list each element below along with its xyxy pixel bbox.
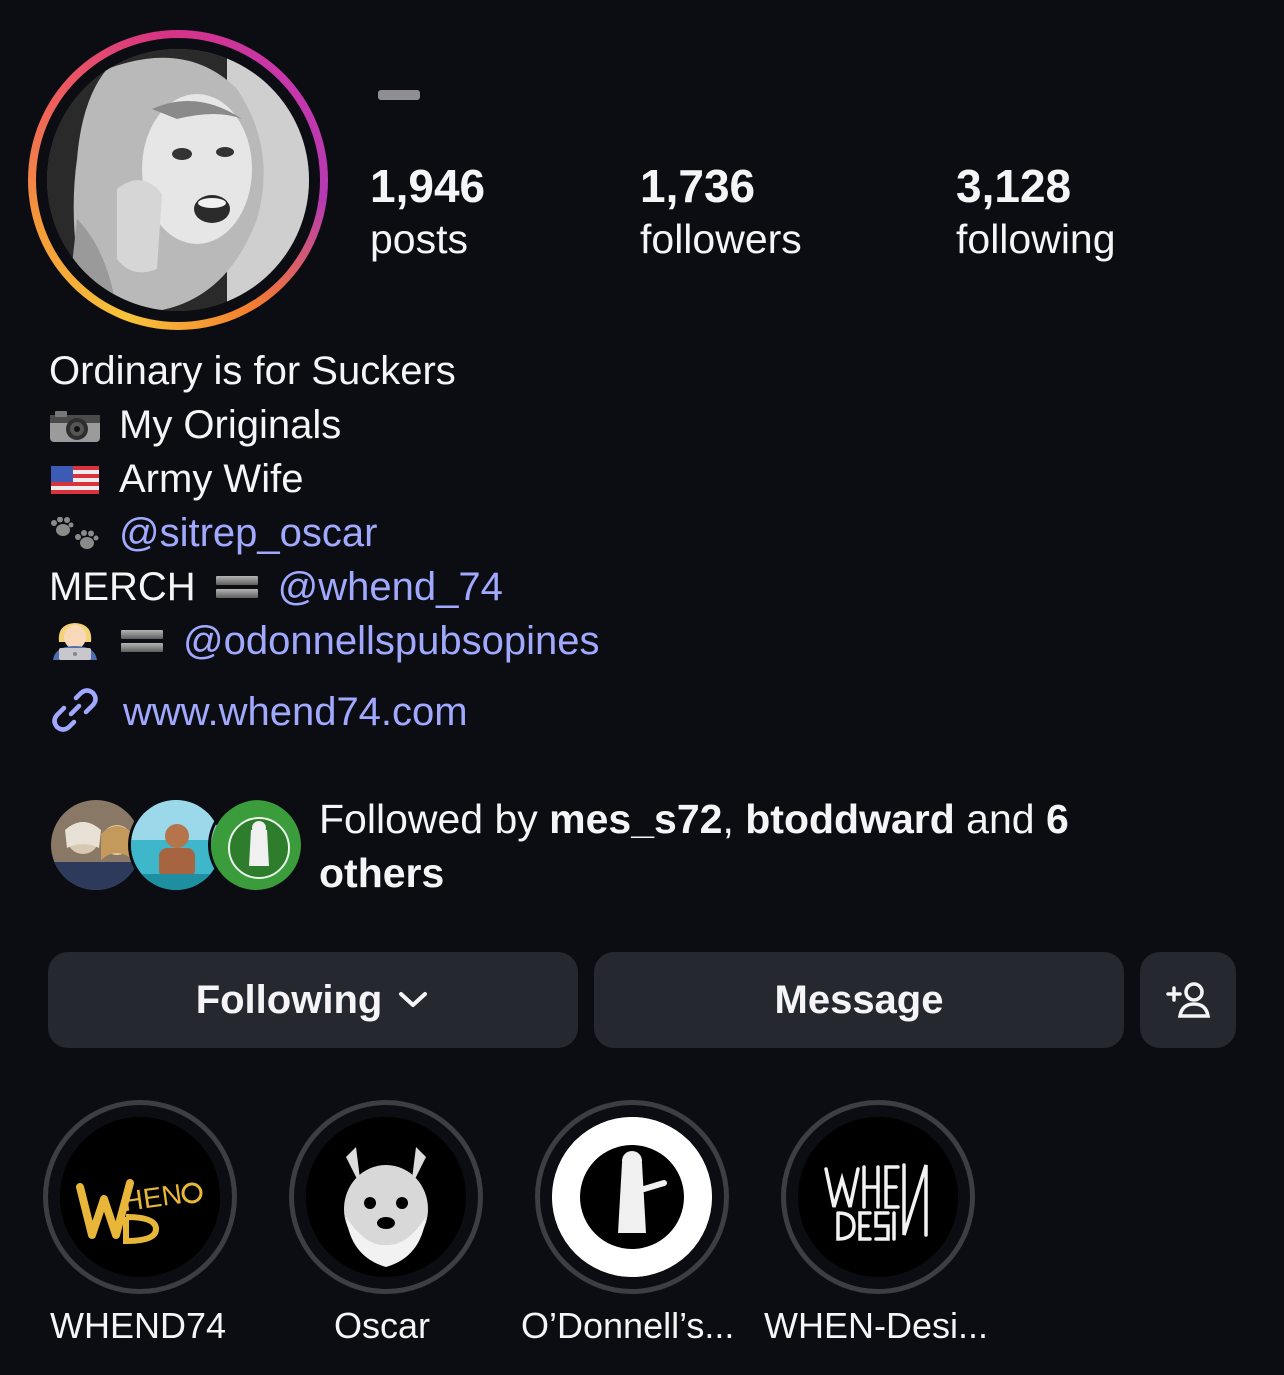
- bio-line: Ordinary is for Suckers: [49, 344, 599, 398]
- mutual-user-1[interactable]: mes_s72: [549, 796, 722, 842]
- woman-laptop-emoji-icon: [49, 623, 101, 660]
- mutual-user-2[interactable]: btoddward: [745, 796, 955, 842]
- add-user-icon: [1164, 980, 1212, 1020]
- profile-avatar-story-ring[interactable]: [28, 30, 328, 330]
- mutual-others: others: [319, 850, 445, 896]
- message-button[interactable]: Message: [594, 952, 1124, 1048]
- bio-tagline: Ordinary is for Suckers: [49, 348, 456, 393]
- highlight-odonnells[interactable]: [534, 1100, 730, 1294]
- avatar: [47, 49, 309, 311]
- followers-count: 1,736: [640, 160, 756, 212]
- equals-emoji-icon: [121, 630, 163, 652]
- bio-line: Army Wife: [49, 452, 599, 506]
- odonnells-pub-logo-icon: [552, 1117, 712, 1277]
- yorkie-dog-icon: [306, 1117, 466, 1277]
- bio-line: @odonnellspubsopines: [49, 614, 599, 668]
- followed-by-and: and: [954, 796, 1046, 842]
- highlight-when-design[interactable]: [780, 1100, 976, 1294]
- whend74-logo-icon: HEN: [60, 1117, 220, 1277]
- highlight-label: WHEND74: [50, 1305, 227, 1346]
- paw-prints-emoji-icon: [49, 516, 101, 550]
- posts-count: 1,946: [370, 160, 486, 212]
- equals-emoji-icon: [215, 576, 258, 598]
- message-button-label: Message: [774, 977, 944, 1022]
- bio-link-whend-74[interactable]: @whend_74: [278, 565, 503, 610]
- avatar: [208, 797, 304, 893]
- chevron-down-icon: [396, 989, 430, 1011]
- bio-merch-text: MERCH: [49, 564, 196, 609]
- followers-label: followers: [640, 216, 802, 262]
- following-button-label: Following: [195, 977, 383, 1022]
- bio-link-odonnellspubsopines[interactable]: @odonnellspubsopines: [183, 619, 599, 664]
- stat-followers[interactable]: 1,736 followers: [640, 158, 802, 264]
- website-link[interactable]: www.whend74.com: [49, 684, 468, 740]
- highlight-whend74[interactable]: HEN: [42, 1100, 238, 1294]
- bio-line: MERCH @whend_74: [49, 560, 599, 614]
- following-label: following: [956, 216, 1116, 262]
- camera-emoji-icon: [49, 408, 101, 442]
- link-icon: [49, 684, 101, 741]
- bio-line: My Originals: [49, 398, 599, 452]
- posts-label: posts: [370, 216, 468, 262]
- mutual-followers-avatars[interactable]: [48, 797, 304, 895]
- highlight-label: WHEN-Desi...: [764, 1305, 988, 1346]
- highlight-label: Oscar: [334, 1305, 431, 1346]
- highlight-oscar[interactable]: [288, 1100, 484, 1294]
- following-count: 3,128: [956, 160, 1072, 212]
- website-url: www.whend74.com: [123, 689, 468, 734]
- followed-by-text[interactable]: Followed by mes_s72, btoddward and 6 othe…: [319, 792, 1159, 900]
- bio: Ordinary is for Suckers My Originals Arm…: [49, 344, 599, 668]
- profile-header: 1,946 posts 1,736 followers 3,128 follow…: [0, 0, 1284, 1375]
- add-user-button[interactable]: [1140, 952, 1236, 1048]
- bio-line: @sitrep_oscar: [49, 506, 599, 560]
- followed-by-prefix: Followed by: [319, 796, 550, 842]
- stat-following[interactable]: 3,128 following: [956, 158, 1116, 264]
- bio-army-wife-text: Army Wife: [119, 456, 304, 501]
- highlight-label: O’Donnell’s...: [521, 1305, 735, 1346]
- bio-originals-text: My Originals: [119, 402, 342, 447]
- following-button[interactable]: Following: [48, 952, 578, 1048]
- username-placeholder: [378, 90, 420, 100]
- bio-link-sitrep-oscar[interactable]: @sitrep_oscar: [119, 511, 377, 556]
- followed-by-separator: ,: [722, 796, 746, 842]
- when-design-logo-icon: [798, 1117, 958, 1277]
- mutual-count: 6: [1045, 796, 1069, 842]
- us-flag-emoji-icon: [49, 462, 101, 496]
- stat-posts[interactable]: 1,946 posts: [370, 158, 485, 264]
